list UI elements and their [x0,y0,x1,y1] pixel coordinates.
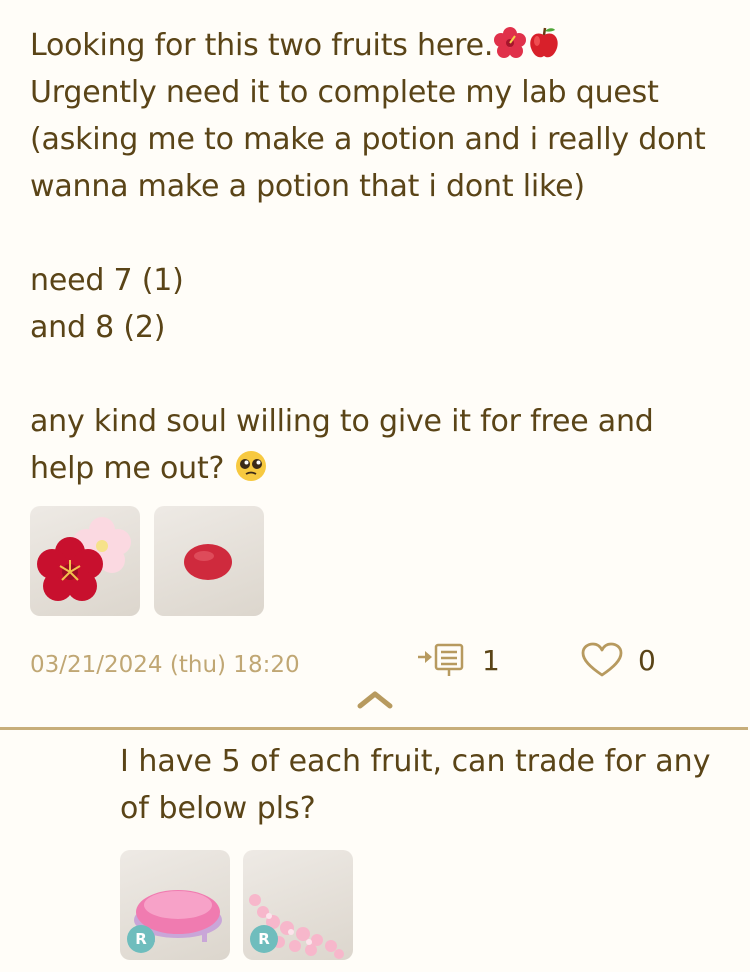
post-body: Looking for this two fruits here. Urgent… [30,22,730,492]
reply-count: 1 [482,643,500,677]
collapse-replies-button[interactable] [355,686,395,712]
post: Looking for this two fruits here. Urgent… [30,22,730,616]
heart-icon [581,642,623,677]
reply-button[interactable]: 1 [416,640,500,680]
pleading-face-icon [235,451,266,481]
rarity-badge: R [250,925,278,953]
like-button[interactable]: 0 [580,640,656,680]
flower-fruit-icon [37,517,131,601]
pink-cushion-item-image[interactable]: R [120,850,230,960]
post-images [30,506,730,616]
reply-body: I have 5 of each fruit, can trade for an… [120,744,711,826]
rarity-badge: R [127,925,155,953]
divider [0,727,748,730]
reply: I have 5 of each fruit, can trade for an… [120,738,740,960]
chevron-up-icon [357,691,393,709]
hibiscus-icon [494,27,527,58]
post-text-line1: Looking for this two fruits here. [30,28,494,63]
flower-fruit-image[interactable] [30,506,140,616]
cherry-blossom-item-image[interactable]: R [243,850,353,960]
post-meta: 03/21/2024 (thu) 18:20 1 0 [30,640,730,690]
red-bean-icon [184,544,232,580]
apple-icon [530,27,558,58]
reply-images: R R [120,850,740,960]
like-count: 0 [638,643,656,677]
red-bean-fruit-image[interactable] [154,506,264,616]
reply-icon [418,643,464,676]
post-timestamp: 03/21/2024 (thu) 18:20 [30,652,300,678]
post-text-body: Urgently need it to complete my lab ques… [30,75,706,486]
